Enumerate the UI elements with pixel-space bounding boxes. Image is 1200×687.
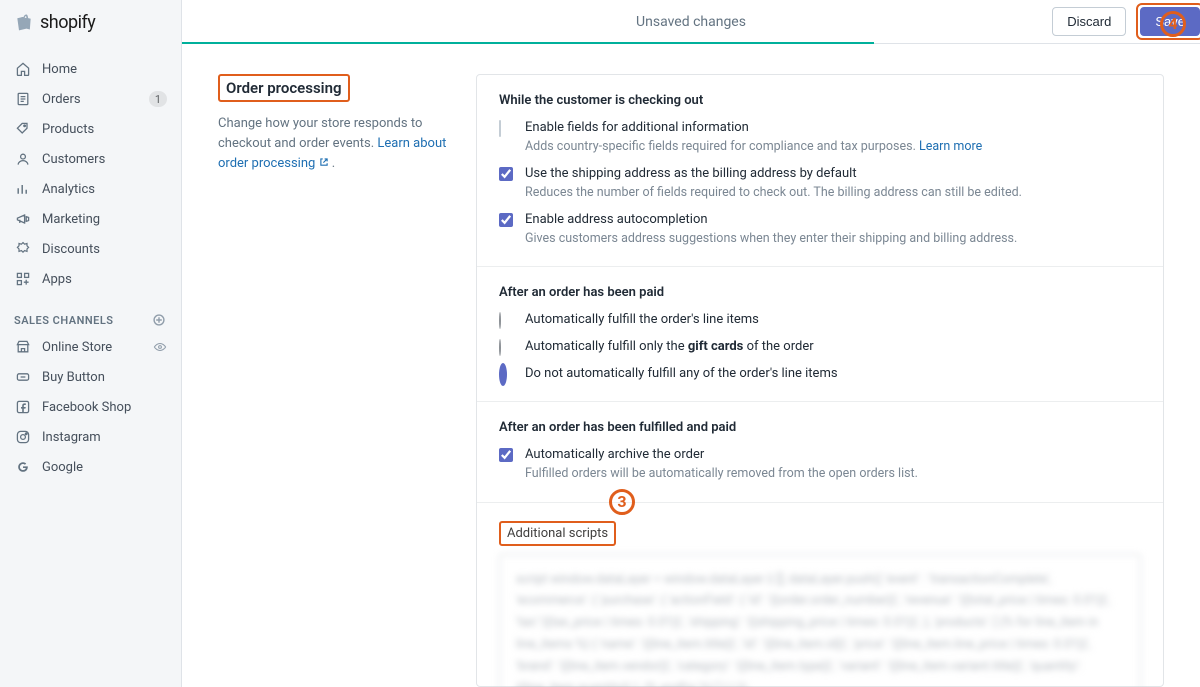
sidebar-item-instagram[interactable]: Instagram — [0, 422, 181, 452]
annotation-marker-4: 4 — [1160, 11, 1186, 37]
option-sub: Fulfilled orders will be automatically r… — [525, 465, 1141, 483]
unsaved-changes-label: Unsaved changes — [636, 14, 746, 30]
apps-icon — [14, 270, 32, 288]
additional-scripts-section: 3 Additional scripts script window.dataL… — [477, 503, 1163, 687]
sidebar-item-label: Facebook Shop — [42, 400, 167, 415]
discard-button[interactable]: Discard — [1052, 7, 1126, 36]
option-shipping-as-billing: Use the shipping address as the billing … — [499, 166, 1141, 202]
sidebar-item-facebook-shop[interactable]: Facebook Shop — [0, 392, 181, 422]
option-no-autofulfill: Do not automatically fulfill any of the … — [499, 366, 1141, 383]
additional-scripts-label: Additional scripts — [507, 526, 608, 541]
checkbox-shipping-as-billing[interactable] — [499, 167, 515, 183]
option-additional-info: Enable fields for additional information… — [499, 120, 1141, 156]
option-label: Use the shipping address as the billing … — [525, 166, 1141, 181]
order-processing-heading: Order processing — [226, 79, 342, 97]
sidebar-item-label: Online Store — [42, 340, 153, 355]
logo-text: shopify — [40, 12, 95, 33]
sidebar-item-discounts[interactable]: Discounts — [0, 234, 181, 264]
option-sub: Reduces the number of fields required to… — [525, 184, 1141, 202]
option-auto-archive: Automatically archive the order Fulfille… — [499, 447, 1141, 483]
sidebar-item-label: Apps — [42, 272, 167, 287]
content: Order processing Change how your store r… — [182, 44, 1200, 687]
google-icon — [14, 458, 32, 476]
sidebar-item-label: Customers — [42, 152, 167, 167]
after-fulfilled-title: After an order has been fulfilled and pa… — [499, 420, 1141, 435]
discounts-icon — [14, 240, 32, 258]
sidebar-item-online-store[interactable]: Online Store — [0, 332, 181, 362]
section-description: Change how your store responds to checko… — [218, 114, 454, 174]
sidebar-item-buy-button[interactable]: Buy Button — [0, 362, 181, 392]
orders-icon — [14, 90, 32, 108]
sidebar-item-analytics[interactable]: Analytics — [0, 174, 181, 204]
sidebar-item-label: Discounts — [42, 242, 167, 257]
home-icon — [14, 60, 32, 78]
learn-more-link[interactable]: Learn more — [919, 139, 982, 154]
buy-button-icon — [14, 368, 32, 386]
sidebar-item-label: Marketing — [42, 212, 167, 227]
after-paid-section: After an order has been paid Automatical… — [477, 267, 1163, 402]
customers-icon — [14, 150, 32, 168]
option-label: Enable fields for additional information — [525, 120, 1141, 135]
products-icon — [14, 120, 32, 138]
option-sub: Gives customers address suggestions when… — [525, 230, 1141, 248]
option-fulfill-all: Automatically fulfill the order's line i… — [499, 312, 1141, 329]
analytics-icon — [14, 180, 32, 198]
checkbox-address-autocomplete[interactable] — [499, 213, 515, 229]
store-icon — [14, 338, 32, 356]
option-label: Enable address autocompletion — [525, 212, 1141, 227]
sidebar-item-apps[interactable]: Apps — [0, 264, 181, 294]
checkout-title: While the customer is checking out — [499, 93, 1141, 108]
sidebar-item-label: Home — [42, 62, 167, 77]
sales-channels-title: SALES CHANNELS — [14, 314, 114, 327]
annotation-heading-highlight: Order processing — [218, 74, 350, 102]
sidebar-item-orders[interactable]: Orders 1 — [0, 84, 181, 114]
sidebar-item-label: Instagram — [42, 430, 167, 445]
checkout-section: While the customer is checking out Enabl… — [477, 75, 1163, 267]
eye-icon[interactable] — [153, 340, 167, 354]
sidebar-item-label: Orders — [42, 92, 149, 107]
topbar: Unsaved changes Discard Save 4 — [182, 0, 1200, 44]
option-label: Automatically fulfill only the gift card… — [525, 339, 1141, 354]
main: Unsaved changes Discard Save 4 Order pro… — [182, 0, 1200, 687]
external-link-icon — [319, 157, 329, 167]
option-label: Automatically fulfill the order's line i… — [525, 312, 1141, 327]
orders-badge: 1 — [149, 91, 167, 107]
after-paid-title: After an order has been paid — [499, 285, 1141, 300]
logo[interactable]: shopify — [0, 0, 181, 44]
progress-bar — [182, 42, 874, 44]
sidebar-item-label: Products — [42, 122, 167, 137]
option-sub: Adds country-specific fields required fo… — [525, 138, 1141, 156]
sales-channels-header: SALES CHANNELS — [0, 294, 181, 332]
primary-nav: Home Orders 1 Products Customers Analyti… — [0, 44, 181, 482]
option-fulfill-giftcards: Automatically fulfill only the gift card… — [499, 339, 1141, 356]
instagram-icon — [14, 428, 32, 446]
settings-panel: While the customer is checking out Enabl… — [476, 74, 1164, 687]
radio-no-autofulfill[interactable] — [499, 367, 515, 383]
sidebar-item-google[interactable]: Google — [0, 452, 181, 482]
sidebar-item-label: Google — [42, 460, 167, 475]
sidebar-item-home[interactable]: Home — [0, 54, 181, 84]
additional-scripts-textarea[interactable]: script window.dataLayer = window.dataLay… — [499, 554, 1141, 687]
annotation-scripts-highlight: Additional scripts — [499, 521, 616, 546]
checkbox-additional-info[interactable] — [499, 121, 515, 137]
shopify-logo-icon — [14, 11, 34, 33]
option-address-autocomplete: Enable address autocompletion Gives cust… — [499, 212, 1141, 248]
radio-fulfill-giftcards[interactable] — [499, 340, 515, 356]
checkbox-auto-archive[interactable] — [499, 448, 515, 464]
marketing-icon — [14, 210, 32, 228]
sidebar-item-customers[interactable]: Customers — [0, 144, 181, 174]
section-summary: Order processing Change how your store r… — [218, 74, 476, 687]
add-channel-button[interactable] — [151, 312, 167, 328]
sidebar: shopify Home Orders 1 Products Customers — [0, 0, 182, 687]
facebook-icon — [14, 398, 32, 416]
sidebar-item-marketing[interactable]: Marketing — [0, 204, 181, 234]
sidebar-item-label: Buy Button — [42, 370, 167, 385]
sidebar-item-products[interactable]: Products — [0, 114, 181, 144]
sidebar-item-label: Analytics — [42, 182, 167, 197]
after-fulfilled-section: After an order has been fulfilled and pa… — [477, 402, 1163, 502]
option-label: Automatically archive the order — [525, 447, 1141, 462]
annotation-marker-3: 3 — [609, 489, 635, 515]
option-label: Do not automatically fulfill any of the … — [525, 366, 1141, 381]
radio-fulfill-all[interactable] — [499, 313, 515, 329]
